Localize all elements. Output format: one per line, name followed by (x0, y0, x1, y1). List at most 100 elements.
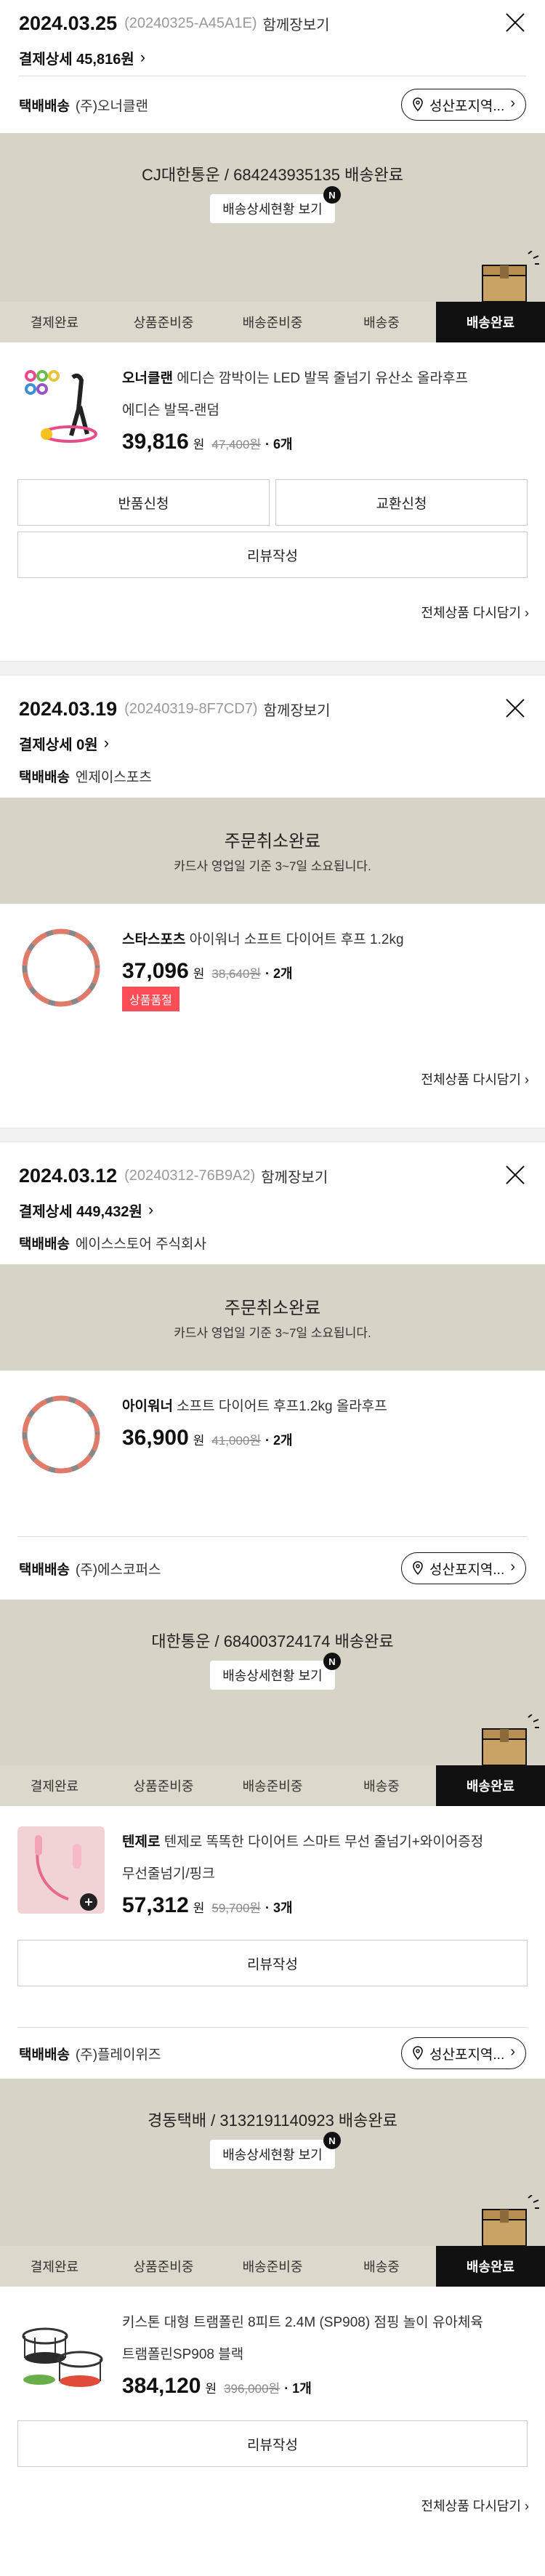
carrier-name: (주)에스코퍼스 (75, 1562, 161, 1578)
product-price: 39,816 (122, 430, 189, 454)
chevron-right-icon: › (510, 1559, 515, 1575)
product-item[interactable]: 키스톤 대형 트램폴린 8피트 2.4M (SP908) 점핑 놀이 유아체육 … (0, 2287, 545, 2399)
product-name: 오너클랜 에디슨 깜박이는 LED 발목 줄넘기 유산소 올라후프 (122, 371, 468, 386)
step-preparing-product: 상품준비중 (133, 316, 194, 330)
product-image (22, 928, 100, 1007)
location-pin-icon (413, 1561, 423, 1576)
product-item[interactable]: 오너클랜 에디슨 깜박이는 LED 발목 줄넘기 유산소 올라후프 에디슨 발목… (0, 342, 545, 454)
order-card: 2024.03.25 (20240325-A45A1E) 함께장보기 결제상세 … (0, 0, 545, 661)
chevron-right-icon: › (510, 2044, 515, 2060)
tracking-panel: CJ대한통운 / 684243935135 배송완료 배송상세현황 보기 N (0, 133, 545, 302)
location-pin-icon (413, 97, 423, 112)
shipment-carrier-row: 택배배송 (주)에스코퍼스 성산포지역... › (0, 1537, 545, 1600)
order-date: 2024.03.12 (19, 1164, 118, 1187)
return-request-button[interactable]: 반품신청 (17, 479, 270, 526)
close-icon[interactable] (503, 1163, 528, 1187)
product-quantity: · 6개 (265, 437, 293, 452)
write-review-button[interactable]: 리뷰작성 (17, 1940, 528, 1986)
tracking-text: 경동택배 / 3132191140923 배송완료 (148, 2111, 397, 2130)
original-price: 47,400원 (211, 438, 262, 452)
step-preparing-shipment: 배송준비중 (242, 1779, 303, 1794)
write-review-button[interactable]: 리뷰작성 (17, 2420, 528, 2467)
write-review-button[interactable]: 리뷰작성 (17, 531, 528, 578)
product-price: 384,120 (122, 2374, 201, 2398)
payment-detail-link[interactable]: 결제상세 449,432원 › (19, 1199, 526, 1221)
step-preparing-product: 상품준비중 (133, 1779, 194, 1794)
shipment-carrier-row: 택배배송 엔제이스포츠 (0, 754, 545, 798)
order-number: (20240312-76B9A2) (124, 1167, 256, 1184)
location-button[interactable]: 성산포지역... › (401, 1552, 526, 1584)
cancel-panel: 주문취소완료 카드사 영업일 기준 3~7일 소요됩니다. (0, 1264, 545, 1371)
order-card: 2024.03.19 (20240319-8F7CD7) 함께장보기 결제상세 … (0, 675, 545, 1128)
product-price: 37,096 (122, 959, 189, 983)
product-option: 트램폴린SP908 블랙 (122, 2347, 244, 2362)
cancel-title: 주문취소완료 (224, 832, 321, 851)
product-option: 무선줄넘기/핑크 (122, 1866, 215, 1882)
repurchase-all-link[interactable]: 전체상품 다시담기 › (0, 2496, 545, 2515)
repurchase-all-link[interactable]: 전체상품 다시담기 › (0, 1070, 545, 1088)
new-badge: N (323, 1653, 341, 1670)
location-button[interactable]: 성산포지역... › (401, 2037, 526, 2069)
close-icon[interactable] (503, 10, 528, 35)
tracking-text: 대한통운 / 684003724174 배송완료 (151, 1632, 394, 1650)
payment-detail-link[interactable]: 결제상세 45,816원 › (19, 47, 526, 68)
original-price: 41,000원 (211, 1434, 262, 1448)
step-paid: 결제완료 (30, 316, 79, 330)
delivery-steps: 결제완료 상품준비중 배송준비중 배송중 배송완료 (0, 2246, 545, 2287)
step-paid: 결제완료 (30, 1779, 79, 1794)
chevron-right-icon: › (510, 95, 515, 111)
product-image (17, 2307, 105, 2394)
close-icon[interactable] (503, 696, 528, 721)
product-quantity: · 3개 (265, 1901, 293, 1915)
order-date: 2024.03.25 (19, 12, 118, 34)
exchange-request-button[interactable]: 교환신청 (275, 479, 528, 526)
product-quantity: · 1개 (284, 2381, 312, 2396)
order-date: 2024.03.19 (19, 697, 118, 720)
order-card: 2024.03.12 (20240312-76B9A2) 함께장보기 결제상세 … (0, 1142, 545, 2515)
product-image (17, 1826, 105, 1914)
tracking-detail-button[interactable]: 배송상세현황 보기 (210, 2140, 335, 2169)
tracking-detail-button[interactable]: 배송상세현황 보기 (210, 1661, 335, 1690)
carrier-label: 택배배송 (19, 98, 70, 114)
product-item[interactable]: 스타스포츠 아이워너 소프트 다이어트 후프 1.2kg 37,096 원 38,… (0, 904, 545, 1011)
new-badge: N (323, 186, 341, 204)
product-quantity: · 2개 (265, 1433, 293, 1448)
repurchase-all-link[interactable]: 전체상품 다시담기 › (0, 603, 545, 622)
step-delivered: 배송완료 (436, 302, 545, 342)
carrier-name: (주)오너클랜 (75, 98, 148, 114)
order-number: (20240319-8F7CD7) (124, 700, 258, 717)
step-shipping: 배송중 (363, 2260, 400, 2274)
merge-view-link[interactable]: 함께장보기 (264, 699, 331, 720)
tracking-panel: 경동택배 / 3132191140923 배송완료 배송상세현황 보기 N (0, 2079, 545, 2246)
product-image (17, 363, 105, 450)
step-preparing-shipment: 배송준비중 (242, 316, 303, 330)
shipment-carrier-row: 택배배송 (주)오너클랜 성산포지역... › (0, 76, 545, 133)
delivered-box-icon (482, 1714, 539, 1765)
step-delivered: 배송완료 (436, 1765, 545, 1806)
cancel-subtitle: 카드사 영업일 기준 3~7일 소요됩니다. (174, 1326, 371, 1340)
tracking-detail-button[interactable]: 배송상세현황 보기 (210, 194, 335, 223)
product-name: 키스톤 대형 트램폴린 8피트 2.4M (SP908) 점핑 놀이 유아체육 (122, 2315, 483, 2330)
tracking-text: CJ대한통운 / 684243935135 배송완료 (141, 166, 404, 184)
product-item[interactable]: 텐제로 텐제로 똑똑한 다이어트 스마트 무선 줄넘기+와이어증정 무선줄넘기/… (0, 1806, 545, 1918)
step-shipping: 배송중 (363, 316, 400, 330)
location-button[interactable]: 성산포지역... › (401, 89, 526, 121)
order-header: 2024.03.19 (20240319-8F7CD7) 함께장보기 결제상세 … (0, 675, 545, 754)
product-item[interactable]: 아이워너 소프트 다이어트 후프1.2kg 올라후프 36,900 원 41,00… (0, 1371, 545, 1478)
delivery-steps: 결제완료 상품준비중 배송준비중 배송중 배송완료 (0, 302, 545, 342)
location-pin-icon (413, 2046, 423, 2061)
merge-view-link[interactable]: 함께장보기 (263, 13, 330, 34)
step-shipping: 배송중 (363, 1779, 400, 1794)
carrier-name: 에이스스토어 주식회사 (75, 1236, 207, 1252)
delivery-steps: 결제완료 상품준비중 배송준비중 배송중 배송완료 (0, 1765, 545, 1806)
merge-view-link[interactable]: 함께장보기 (261, 1165, 328, 1187)
carrier-name: (주)플레이위즈 (75, 2047, 161, 2063)
product-price: 36,900 (122, 1426, 189, 1450)
payment-detail-link[interactable]: 결제상세 0원 › (19, 732, 526, 754)
original-price: 38,640원 (211, 967, 262, 981)
product-name: 아이워너 소프트 다이어트 후프1.2kg 올라후프 (122, 1399, 387, 1414)
soldout-badge: 상품품절 (122, 987, 179, 1011)
step-paid: 결제완료 (30, 2260, 79, 2274)
original-price: 59,700원 (211, 1901, 262, 1915)
product-name: 스타스포츠 아이워너 소프트 다이어트 후프 1.2kg (122, 932, 404, 947)
